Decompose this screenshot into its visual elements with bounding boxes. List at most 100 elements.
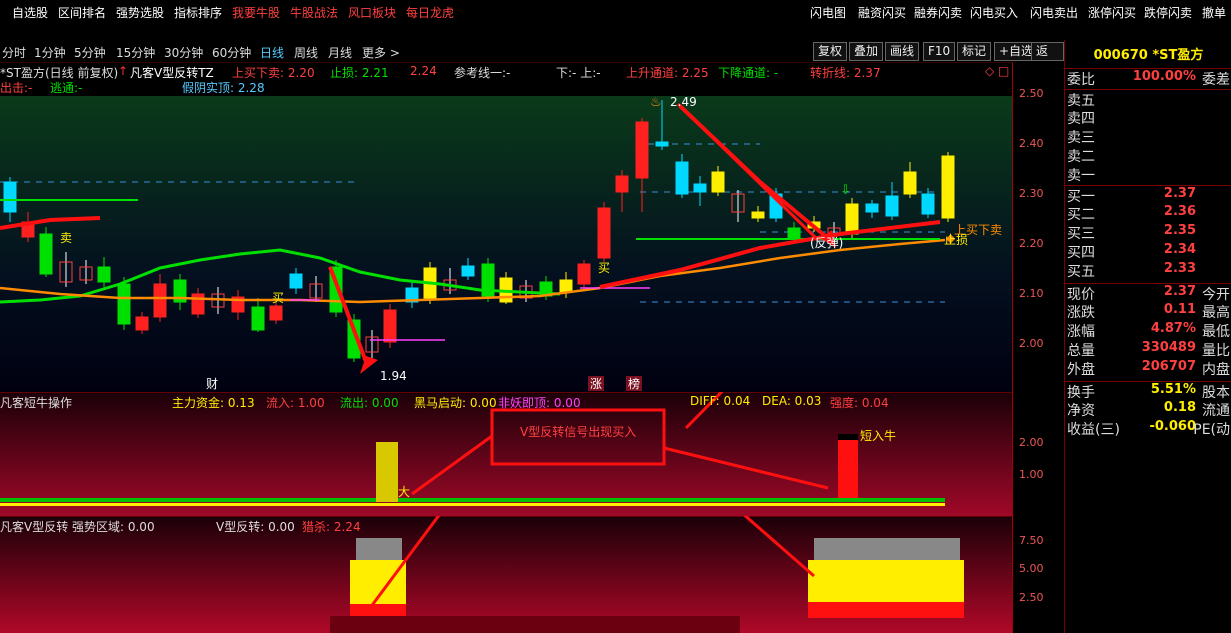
- chart-background: [0, 96, 1012, 392]
- period-tab[interactable]: 30分钟: [164, 44, 203, 61]
- floor-block: [330, 616, 740, 633]
- period-tab[interactable]: 5分钟: [74, 44, 106, 61]
- buy-row[interactable]: 买一 2.37: [1065, 185, 1231, 205]
- stat-value: 5.51%: [1150, 382, 1196, 397]
- menu-item[interactable]: 闪电卖出: [1030, 4, 1078, 21]
- gray-block: [356, 538, 402, 562]
- menu-item[interactable]: 闪电图: [810, 4, 846, 21]
- period-tab[interactable]: 分时: [2, 44, 26, 61]
- toolbar-button[interactable]: 叠加: [849, 42, 884, 61]
- period-tab[interactable]: 1分钟: [34, 44, 66, 61]
- candle-body: [153, 283, 167, 318]
- axis-tick: 2.20: [1019, 237, 1044, 250]
- xia-shang: 下:- 上:-: [556, 66, 601, 80]
- axis-tick: 2.00: [1019, 436, 1044, 449]
- menu-item[interactable]: 自选股: [12, 4, 48, 21]
- red-block: [350, 604, 406, 618]
- toolbar-button[interactable]: 画线: [885, 42, 920, 61]
- toolbar-button[interactable]: 标记: [957, 42, 992, 61]
- candle-body: [39, 233, 53, 275]
- stoploss-label: 止损: [944, 233, 968, 247]
- sell-label: 卖三: [1067, 130, 1095, 146]
- period-tab[interactable]: 60分钟: [212, 44, 251, 61]
- stat-value: 0.18: [1163, 400, 1196, 415]
- stat-value: -0.060: [1149, 419, 1196, 434]
- chuji: 出击:-: [0, 81, 33, 95]
- buy-row[interactable]: 买五 2.33: [1065, 261, 1231, 280]
- candle-body: [751, 211, 765, 219]
- buy-price: 2.35: [1163, 223, 1196, 238]
- price-axis: 2.50 2.40 2.30 2.20 2.10 2.00 2.00 1.00 …: [1012, 62, 1065, 633]
- toolbar-button[interactable]: 复权: [813, 42, 848, 61]
- bar-cap: [838, 434, 858, 440]
- short-bull-label: 短入牛: [860, 428, 896, 443]
- candle-body: [559, 279, 573, 293]
- buy-price: 2.37: [1163, 186, 1196, 201]
- period-tab[interactable]: 月线: [328, 44, 352, 61]
- turn-line: 转折线: 2.37: [810, 66, 881, 80]
- sell-row[interactable]: 卖三: [1065, 127, 1231, 146]
- peak-label: 2.49: [670, 95, 697, 109]
- toolbar-button[interactable]: 返回: [1031, 42, 1064, 75]
- menu-item[interactable]: 撤单: [1202, 4, 1226, 21]
- menu-item[interactable]: 我要牛股: [232, 4, 280, 21]
- liuru-value: 流入: 1.00: [266, 396, 325, 410]
- sell-label: 卖一: [1067, 168, 1095, 184]
- candle-body: [711, 171, 725, 193]
- candle-body: [921, 193, 935, 215]
- buy-row[interactable]: 买二 2.36: [1065, 204, 1231, 223]
- menu-item[interactable]: 闪电买入: [970, 4, 1018, 21]
- sell-label: 卖: [60, 231, 72, 245]
- menu-item[interactable]: 牛股战法: [290, 4, 338, 21]
- buy-row[interactable]: 买四 2.34: [1065, 242, 1231, 261]
- candle-body: [135, 316, 149, 331]
- candle-body: [885, 195, 899, 217]
- jiayin: 假阴实顶: 2.28: [182, 81, 265, 95]
- up-arrow-icon: ↑: [118, 64, 129, 78]
- period-tab[interactable]: 15分钟: [116, 44, 155, 61]
- axis-tick: 2.30: [1019, 187, 1044, 200]
- stat-value: 330489: [1141, 340, 1196, 355]
- weibi-label: 委比: [1067, 72, 1095, 88]
- buy-label: 买: [598, 261, 610, 275]
- menu-item[interactable]: 每日龙虎: [406, 4, 454, 21]
- menu-item[interactable]: 指标排序: [174, 4, 222, 21]
- candle-body: [191, 293, 205, 315]
- stat-label-right: 股本: [1202, 385, 1230, 401]
- up-channel: 上升通道: 2.25: [626, 66, 709, 80]
- candlestick-chart[interactable]: 2.49 1.94 上买下卖 ◆ 止损 (反弹) 卖 买 买 财 涨 榜 ⇩ ♨: [0, 62, 1012, 392]
- sell-row[interactable]: 卖五: [1065, 89, 1231, 109]
- menu-item[interactable]: 涨停闪买: [1088, 4, 1136, 21]
- flame-icon: ♨: [650, 95, 662, 110]
- menu-item[interactable]: 跌停闪卖: [1144, 4, 1192, 21]
- period-tab-selected[interactable]: 日线: [260, 44, 284, 61]
- axis-tick: 5.00: [1019, 562, 1044, 575]
- buy-row[interactable]: 买三 2.35: [1065, 223, 1231, 242]
- feiyao-value: 非妖即顶: 0.00: [498, 396, 581, 410]
- menu-item[interactable]: 区间排名: [58, 4, 106, 21]
- bang-label: 榜: [628, 376, 640, 391]
- qiangdu-value: 强度: 0.04: [830, 396, 889, 410]
- menu-item[interactable]: 风口板块: [348, 4, 396, 21]
- candle-body: [941, 155, 955, 219]
- sell-row[interactable]: 卖一: [1065, 165, 1231, 184]
- axis-tick: 2.50: [1019, 591, 1044, 604]
- period-tab[interactable]: 周线: [294, 44, 318, 61]
- stat-row: 收益(三) -0.060 PE(动: [1065, 419, 1231, 438]
- period-tab[interactable]: 更多 >: [362, 44, 400, 61]
- zhisun-value: 止损: 2.21: [330, 66, 389, 80]
- sell-row[interactable]: 卖四: [1065, 108, 1231, 127]
- menu-item[interactable]: 融资闪买: [858, 4, 906, 21]
- yellow-block: [808, 560, 964, 604]
- candle-body: [251, 306, 265, 331]
- lie-value: 猎杀: 2.24: [302, 520, 361, 534]
- toolbar-button[interactable]: F10: [923, 42, 956, 61]
- candle-body: [117, 283, 131, 325]
- sell-row[interactable]: 卖二: [1065, 146, 1231, 165]
- red-block: [808, 602, 964, 618]
- menu-item[interactable]: 融券闪卖: [914, 4, 962, 21]
- green-band: [0, 498, 945, 502]
- buy-price: 2.33: [1163, 261, 1196, 276]
- sub2-name: 凡客V型反转: [0, 520, 69, 534]
- menu-item[interactable]: 强势选股: [116, 4, 164, 21]
